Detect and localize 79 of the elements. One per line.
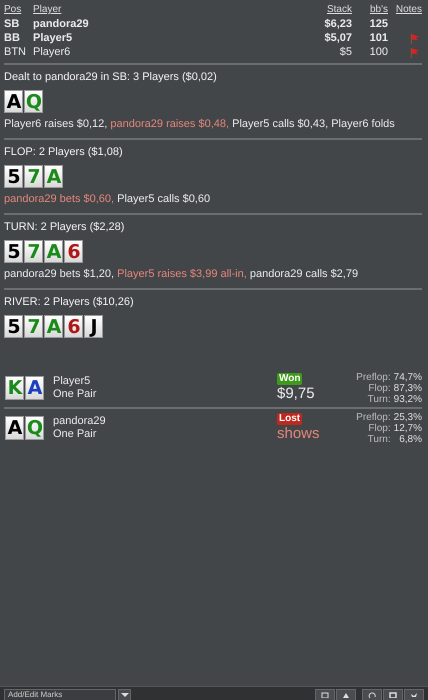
playing-card: 6 xyxy=(64,315,83,338)
position-text: BB xyxy=(4,31,21,45)
playing-card: A xyxy=(25,376,44,400)
column-header[interactable]: Notes xyxy=(388,3,422,17)
up-button[interactable] xyxy=(336,689,356,700)
playing-card: A xyxy=(5,416,24,440)
action-text: pandora29 bets $0,60, xyxy=(4,193,114,205)
share-button[interactable] xyxy=(404,689,424,700)
street-title: RIVER: 2 Players ($10,26) xyxy=(4,295,135,309)
equity-value: 25,3% xyxy=(394,412,422,422)
big-blinds-count: 125 xyxy=(368,17,388,31)
player-name: Player5 xyxy=(53,375,92,388)
playing-card: A xyxy=(4,90,23,113)
playing-card: Q xyxy=(25,416,44,440)
action-text: Player5 calls $0,60 xyxy=(117,193,210,205)
playing-card: J xyxy=(84,315,103,338)
action-text: pandora29 calls $2,79 xyxy=(250,268,358,280)
playing-card: K xyxy=(5,376,24,400)
street-title: FLOP: 2 Players ($1,08) xyxy=(4,145,124,159)
hand-rank: One Pair xyxy=(53,388,98,401)
result-amount: $9,75 xyxy=(277,385,315,403)
document-icon xyxy=(321,692,329,698)
undo-button[interactable] xyxy=(362,689,382,700)
equity-label: Turn: xyxy=(366,394,391,404)
result-amount: shows xyxy=(277,425,320,443)
window-button[interactable] xyxy=(383,689,403,700)
equity-value: 93,2% xyxy=(394,394,422,404)
equity-label: Flop: xyxy=(368,382,391,394)
equity-value: 6,8% xyxy=(398,434,422,444)
undo-icon xyxy=(368,692,376,698)
equity-label: Preflop: xyxy=(356,412,391,422)
equity-label: Turn: xyxy=(366,434,391,444)
street-title: Dealt to pandora29 in SB: 3 Players ($0,02) xyxy=(4,70,218,84)
player-name: pandora29 xyxy=(53,415,107,428)
big-blinds-count: 100 xyxy=(368,45,388,59)
hand-rank: One Pair xyxy=(53,428,98,441)
playing-card: A xyxy=(44,240,63,263)
column-header[interactable]: bb's xyxy=(352,3,388,17)
equity-label: Preflop: xyxy=(356,372,391,382)
action-text: Player5 raises $3,99 all-in, xyxy=(117,268,247,280)
big-blinds-count: 101 xyxy=(368,31,388,45)
action-text: Player5 calls $0,43, xyxy=(232,118,328,130)
position-text: BTN xyxy=(4,45,27,59)
action-text: Player6 folds xyxy=(331,118,395,130)
dropdown-button[interactable] xyxy=(118,689,131,700)
caret-icon xyxy=(120,692,128,698)
action-text: Player6 raises $0,12, xyxy=(4,118,108,130)
playing-card: 7 xyxy=(24,165,43,188)
action-text: pandora29 bets $1,20, xyxy=(4,268,114,280)
result-badge: Won xyxy=(277,373,302,385)
playing-card: 5 xyxy=(4,165,23,188)
playing-card: A xyxy=(44,315,63,338)
playing-card: Q xyxy=(24,90,43,113)
equity-value: 87,3% xyxy=(394,382,422,394)
stack-amount: $5,07 xyxy=(323,31,352,45)
playing-card: 7 xyxy=(24,240,43,263)
player-name: Player5 xyxy=(33,31,74,45)
equity-value: 12,7% xyxy=(394,422,422,434)
equity-value: 74,7% xyxy=(394,372,422,382)
equity-label: Flop: xyxy=(368,422,391,434)
stack-amount: $6,23 xyxy=(323,17,352,31)
playing-card: 5 xyxy=(4,240,23,263)
marks-dropdown[interactable]: Add/Edit Marks xyxy=(4,689,116,700)
player-name: Player6 xyxy=(33,45,72,59)
column-header[interactable]: Stack xyxy=(288,3,352,17)
document-button[interactable] xyxy=(315,689,335,700)
playing-card: 7 xyxy=(24,315,43,338)
column-header[interactable]: Pos xyxy=(4,3,33,17)
playing-card: A xyxy=(44,165,63,188)
position-text: SB xyxy=(4,17,20,31)
up-arrow-icon xyxy=(342,692,350,698)
action-text: pandora29 raises $0,48, xyxy=(110,118,230,130)
player-name: pandora29 xyxy=(33,17,90,31)
street-title: TURN: 2 Players ($2,28) xyxy=(4,220,126,234)
column-header[interactable]: Player xyxy=(33,3,288,17)
stack-amount: $5 xyxy=(338,45,352,59)
result-badge: Lost xyxy=(277,413,302,425)
playing-card: 6 xyxy=(64,240,83,263)
playing-card: 5 xyxy=(4,315,23,338)
